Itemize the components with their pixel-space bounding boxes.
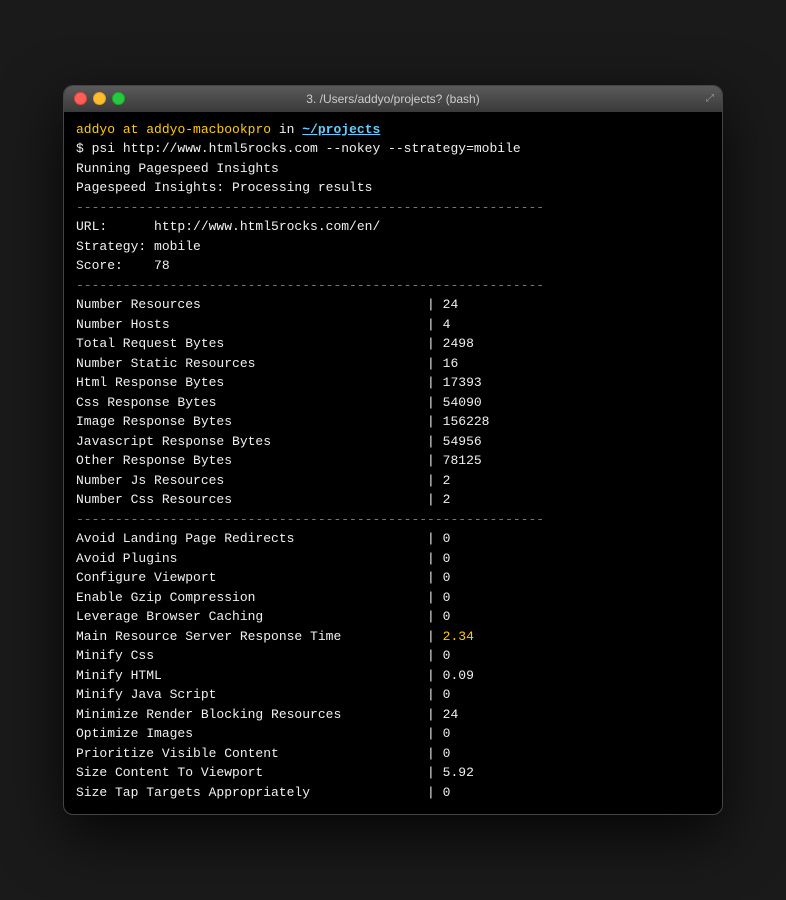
terminal-line: Score: 78 [76, 256, 710, 276]
terminal-line: Leverage Browser Caching | 0 [76, 607, 710, 627]
terminal-line: Main Resource Server Response Time | 2.3… [76, 627, 710, 647]
terminal-line: Number Css Resources | 2 [76, 490, 710, 510]
terminal-line: Css Response Bytes | 54090 [76, 393, 710, 413]
terminal-line: Pagespeed Insights: Processing results [76, 178, 710, 198]
terminal-line: Minify Java Script | 0 [76, 685, 710, 705]
terminal-line: Avoid Plugins | 0 [76, 549, 710, 569]
terminal-line: Size Tap Targets Appropriately | 0 [76, 783, 710, 803]
terminal-line: Number Static Resources | 16 [76, 354, 710, 374]
terminal-content[interactable]: addyo at addyo-macbookpro in ~/projects … [64, 112, 722, 815]
command-line: $ psi http://www.html5rocks.com --nokey … [76, 139, 710, 159]
close-button[interactable] [74, 92, 87, 105]
prompt-at: at [115, 122, 146, 137]
terminal-line: ----------------------------------------… [76, 510, 710, 530]
terminal-line: Minimize Render Blocking Resources | 24 [76, 705, 710, 725]
terminal-line: Avoid Landing Page Redirects | 0 [76, 529, 710, 549]
terminal-line: Image Response Bytes | 156228 [76, 412, 710, 432]
terminal-line: Strategy: mobile [76, 237, 710, 257]
terminal-line: Size Content To Viewport | 5.92 [76, 763, 710, 783]
prompt-user: addyo [76, 122, 115, 137]
terminal-window: 3. /Users/addyo/projects? (bash) ⤢ addyo… [63, 85, 723, 816]
terminal-line: Configure Viewport | 0 [76, 568, 710, 588]
terminal-line: Total Request Bytes | 2498 [76, 334, 710, 354]
terminal-line: Javascript Response Bytes | 54956 [76, 432, 710, 452]
terminal-line: ----------------------------------------… [76, 276, 710, 296]
titlebar: 3. /Users/addyo/projects? (bash) ⤢ [64, 86, 722, 112]
minimize-button[interactable] [93, 92, 106, 105]
resize-icon: ⤢ [706, 93, 714, 105]
terminal-line: Html Response Bytes | 17393 [76, 373, 710, 393]
terminal-line: Minify HTML | 0.09 [76, 666, 710, 686]
terminal-line: Other Response Bytes | 78125 [76, 451, 710, 471]
terminal-line: Running Pagespeed Insights [76, 159, 710, 179]
maximize-button[interactable] [112, 92, 125, 105]
terminal-line: Number Hosts | 4 [76, 315, 710, 335]
prompt-in: in [271, 122, 302, 137]
terminal-line: Number Resources | 24 [76, 295, 710, 315]
terminal-line: ----------------------------------------… [76, 198, 710, 218]
prompt-host: addyo-macbookpro [146, 122, 271, 137]
terminal-line: Prioritize Visible Content | 0 [76, 744, 710, 764]
command-text: psi http://www.html5rocks.com --nokey --… [92, 141, 521, 156]
terminal-line: Enable Gzip Compression | 0 [76, 588, 710, 608]
prompt-dollar: $ [76, 141, 92, 156]
traffic-lights [74, 92, 125, 105]
terminal-line: Optimize Images | 0 [76, 724, 710, 744]
prompt-line: addyo at addyo-macbookpro in ~/projects [76, 120, 710, 140]
window-title: 3. /Users/addyo/projects? (bash) [306, 92, 479, 106]
terminal-line: Minify Css | 0 [76, 646, 710, 666]
prompt-dir: ~/projects [302, 122, 380, 137]
terminal-line: URL: http://www.html5rocks.com/en/ [76, 217, 710, 237]
output-lines: Running Pagespeed Insights Pagespeed Ins… [76, 159, 710, 803]
terminal-line: Number Js Resources | 2 [76, 471, 710, 491]
